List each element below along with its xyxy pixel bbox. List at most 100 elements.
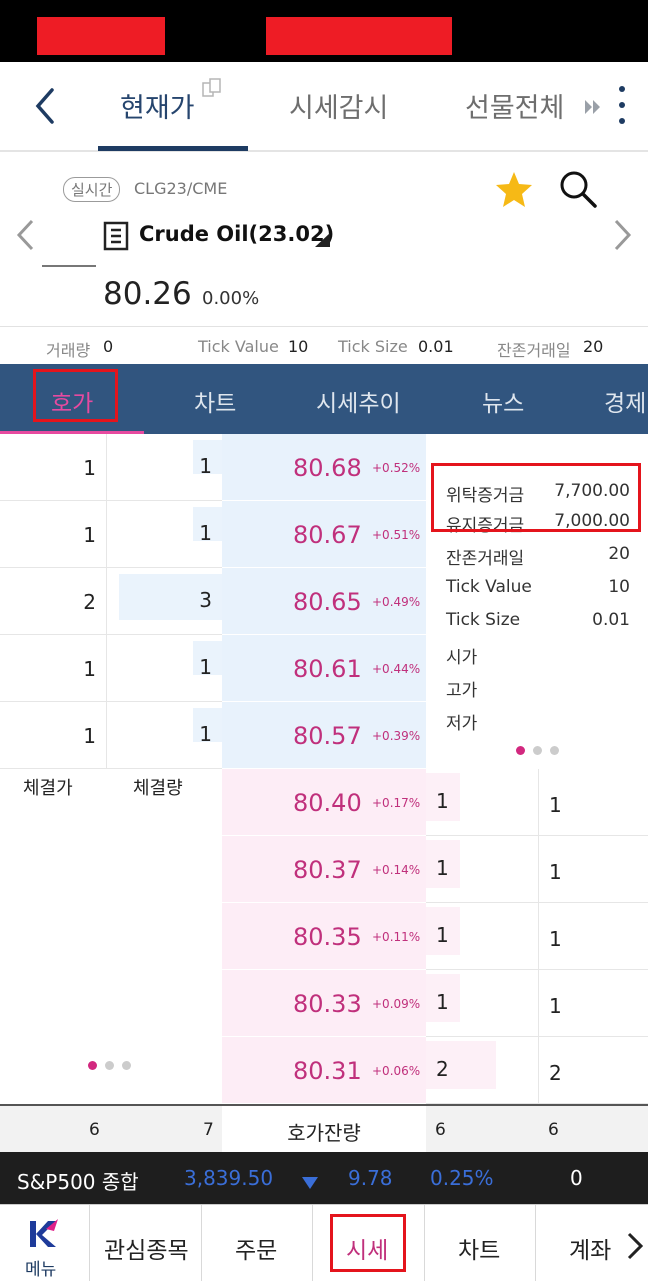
- bid-row[interactable]: 80.31 +0.06% 2 2: [0, 1037, 648, 1104]
- metric-label: Tick Size: [338, 337, 408, 356]
- metric-value: 0: [103, 337, 114, 356]
- instrument-name[interactable]: Crude Oil(23.02): [139, 222, 334, 246]
- ask-count-cell: 1: [0, 434, 107, 501]
- subtab-news[interactable]: 뉴스: [482, 384, 524, 418]
- bid-qty-cell: 1: [426, 769, 539, 836]
- ticker-value: 3,839.50: [184, 1166, 274, 1190]
- ask-price-cell[interactable]: 80.57 +0.39%: [222, 702, 426, 769]
- bid-qty-cell: 1: [426, 903, 539, 970]
- prev-instrument-icon[interactable]: [14, 218, 38, 256]
- contract-info-panel: 위탁증거금 7,700.00 유지증거금 7,000.00 잔존거래일 20 T…: [426, 434, 648, 768]
- ask-count-cell: 1: [0, 702, 107, 769]
- total-bid-count: 6: [548, 1120, 559, 1140]
- ask-qty-cell: 1: [107, 702, 222, 769]
- info-label: 고가: [446, 681, 478, 701]
- ask-qty-cell: 1: [107, 501, 222, 568]
- active-tab-indicator: [98, 146, 248, 151]
- bid-row[interactable]: 80.37 +0.14% 1 1: [0, 836, 648, 903]
- ask-price-cell[interactable]: 80.68 +0.52%: [222, 434, 426, 501]
- ask-count-cell: 2: [0, 568, 107, 635]
- menu-button[interactable]: 메뉴: [0, 1205, 90, 1281]
- page-indicator[interactable]: [516, 740, 567, 760]
- bid-qty-cell: 1: [426, 970, 539, 1037]
- bid-count-cell: 2: [539, 1037, 648, 1104]
- tab-current-price[interactable]: 현재가: [120, 86, 195, 125]
- bid-price-cell[interactable]: 80.31 +0.06%: [222, 1037, 426, 1104]
- totals-label: 호가잔량: [222, 1106, 426, 1152]
- star-icon[interactable]: [494, 170, 534, 214]
- ask-count-cell: 1: [0, 501, 107, 568]
- redacted-block: [266, 17, 452, 55]
- chevron-right-icon[interactable]: [626, 1231, 644, 1265]
- search-icon[interactable]: [557, 168, 599, 214]
- info-value: 10: [608, 577, 630, 597]
- sub-tabs: 호가 차트 시세추이 뉴스 경제: [0, 364, 648, 434]
- metric-value: 10: [288, 337, 309, 356]
- ask-qty-cell: 3: [107, 568, 222, 635]
- bid-row[interactable]: 80.40 +0.17% 1 1: [0, 769, 648, 836]
- menu-label: 메뉴: [25, 1260, 57, 1280]
- bottom-nav-watchlist[interactable]: 관심종목: [90, 1205, 202, 1281]
- info-label: Tick Value: [446, 577, 532, 597]
- instrument-code: CLG23/CME: [134, 179, 228, 198]
- info-label: 시가: [446, 648, 478, 668]
- ticker-extra: 0: [570, 1166, 583, 1190]
- bottom-nav-chart[interactable]: 차트: [425, 1205, 536, 1281]
- metrics-strip: 거래량 0 Tick Value 10 Tick Size 0.01 잔존거래일…: [0, 326, 648, 364]
- subtab-price-trend[interactable]: 시세추이: [316, 384, 401, 418]
- change-percent: 0.00%: [202, 288, 260, 309]
- status-bar: [0, 0, 648, 62]
- bottom-nav: 메뉴 관심종목 주문 시세 차트 계좌: [0, 1204, 648, 1281]
- bid-price-cell[interactable]: 80.37 +0.14%: [222, 836, 426, 903]
- kebab-menu-icon[interactable]: [614, 84, 630, 128]
- bid-price-cell[interactable]: 80.35 +0.11%: [222, 903, 426, 970]
- next-instrument-icon[interactable]: [610, 218, 634, 256]
- document-icon[interactable]: [103, 221, 129, 255]
- bottom-nav-order[interactable]: 주문: [202, 1205, 313, 1281]
- ask-qty-cell: 1: [107, 434, 222, 501]
- ticker-change: 9.78: [348, 1166, 393, 1190]
- metric-label: 잔존거래일: [497, 341, 571, 360]
- ask-price-cell[interactable]: 80.65 +0.49%: [222, 568, 426, 635]
- bottom-nav-account[interactable]: 계좌: [536, 1205, 648, 1281]
- highlight-box: [33, 369, 118, 422]
- divider: [42, 265, 96, 267]
- bid-count-cell: 1: [539, 970, 648, 1037]
- info-value: 20: [608, 544, 630, 564]
- fast-forward-icon[interactable]: [584, 98, 602, 120]
- metric-value: 20: [583, 337, 604, 356]
- ask-count-cell: 1: [0, 635, 107, 702]
- ask-price-cell[interactable]: 80.61 +0.44%: [222, 635, 426, 702]
- bid-price-cell[interactable]: 80.40 +0.17%: [222, 769, 426, 836]
- top-nav: 현재가 시세감시 선물전체: [0, 62, 648, 152]
- total-ask-count: 6: [89, 1120, 100, 1140]
- total-ask-qty: 7: [203, 1120, 214, 1140]
- ticker-name: S&P500 종합: [17, 1170, 139, 1194]
- metric-label: Tick Value: [198, 337, 279, 356]
- index-ticker[interactable]: S&P500 종합 3,839.50 9.78 0.25% 0: [0, 1152, 648, 1204]
- bottom-nav-market[interactable]: 시세: [313, 1205, 425, 1281]
- info-label: 잔존거래일: [446, 549, 525, 569]
- subtab-economy[interactable]: 경제: [604, 384, 646, 418]
- bid-price-cell[interactable]: 80.33 +0.09%: [222, 970, 426, 1037]
- subtab-chart[interactable]: 차트: [194, 384, 236, 418]
- info-label: Tick Size: [446, 610, 521, 630]
- ask-price-cell[interactable]: 80.67 +0.51%: [222, 501, 426, 568]
- orderbook-totals: 6 7 호가잔량 6 6: [0, 1104, 648, 1152]
- tab-price-watch[interactable]: 시세감시: [289, 86, 388, 125]
- dropdown-triangle-icon[interactable]: [315, 232, 331, 251]
- app-logo-icon: [28, 1217, 60, 1255]
- info-value: 0.01: [592, 610, 630, 630]
- bid-count-cell: 1: [539, 836, 648, 903]
- order-book: 1 1 80.68 +0.52% 1 1 80.67 +0.51% 2 3 80.6…: [0, 434, 648, 1104]
- back-chevron-icon[interactable]: [30, 86, 60, 126]
- copy-icon[interactable]: [201, 77, 223, 103]
- metric-value: 0.01: [418, 337, 454, 356]
- redacted-block: [37, 17, 165, 55]
- ask-qty-cell: 1: [107, 635, 222, 702]
- instrument-header: 실시간 CLG23/CME Crude Oil(23.02) 80.26 0.0…: [0, 152, 648, 326]
- bid-row[interactable]: 80.35 +0.11% 1 1: [0, 903, 648, 970]
- bid-row[interactable]: 80.33 +0.09% 1 1: [0, 970, 648, 1037]
- tab-futures-all[interactable]: 선물전체: [465, 86, 564, 125]
- bid-qty-cell: 2: [426, 1037, 539, 1104]
